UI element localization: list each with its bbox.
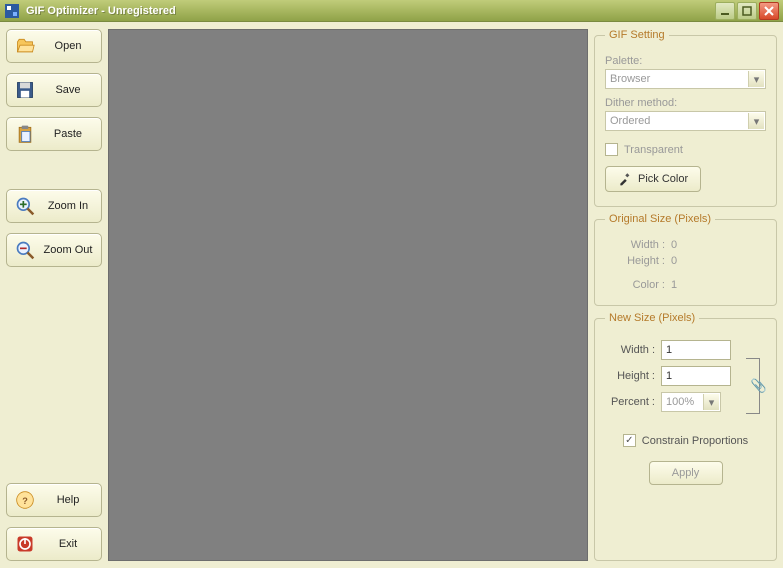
palette-value: Browser — [610, 73, 650, 85]
zoom-in-button[interactable]: Zoom In — [6, 189, 102, 223]
minimize-button[interactable] — [715, 2, 735, 20]
new-height-label: Height : — [605, 370, 655, 382]
dither-select[interactable]: Ordered ▾ — [605, 111, 766, 131]
save-label: Save — [43, 84, 93, 96]
orig-color-value: 1 — [671, 279, 677, 291]
save-button[interactable]: Save — [6, 73, 102, 107]
new-width-row: Width : 1 — [605, 340, 746, 360]
maximize-button[interactable] — [737, 2, 757, 20]
help-button[interactable]: ? Help — [6, 483, 102, 517]
apply-button[interactable]: Apply — [649, 461, 723, 485]
zoom-in-icon — [15, 196, 35, 216]
transparent-checkbox[interactable] — [605, 143, 618, 156]
canvas[interactable] — [108, 29, 588, 561]
orig-width-label: Width : — [605, 239, 665, 251]
percent-label: Percent : — [605, 396, 655, 408]
pick-color-label: Pick Color — [638, 173, 688, 185]
orig-height-label: Height : — [605, 255, 665, 267]
exit-button[interactable]: Exit — [6, 527, 102, 561]
svg-text:?: ? — [22, 496, 28, 506]
palette-select[interactable]: Browser ▾ — [605, 69, 766, 89]
orig-height-row: Height : 0 — [605, 255, 766, 267]
orig-height-value: 0 — [671, 255, 677, 267]
window-title: GIF Optimizer - Unregistered — [26, 5, 715, 17]
eyedropper-icon — [618, 172, 632, 186]
percent-row: Percent : 100% ▾ — [605, 392, 766, 412]
link-bracket: 📎 — [746, 358, 760, 414]
close-button[interactable] — [759, 2, 779, 20]
orig-color-label: Color : — [605, 279, 665, 291]
open-label: Open — [43, 40, 93, 52]
gif-setting-group: GIF Setting Palette: Browser ▾ Dither me… — [594, 29, 777, 207]
zoom-out-button[interactable]: Zoom Out — [6, 233, 102, 267]
orig-width-row: Width : 0 — [605, 239, 766, 251]
link-icon: 📎 — [751, 378, 767, 394]
original-size-group: Original Size (Pixels) Width : 0 Height … — [594, 213, 777, 306]
original-size-legend: Original Size (Pixels) — [605, 213, 715, 225]
chevron-down-icon: ▾ — [703, 394, 719, 410]
paste-label: Paste — [43, 128, 93, 140]
help-label: Help — [43, 494, 93, 506]
transparent-checkbox-row[interactable]: Transparent — [605, 143, 766, 156]
open-button[interactable]: Open — [6, 29, 102, 63]
orig-width-value: 0 — [671, 239, 677, 251]
percent-select[interactable]: 100% ▾ — [661, 392, 721, 412]
app-icon — [4, 3, 20, 19]
new-size-group: New Size (Pixels) Width : 1 Height : 1 📎… — [594, 312, 777, 561]
orig-color-row: Color : 1 — [605, 279, 766, 291]
zoom-out-label: Zoom Out — [43, 244, 93, 256]
constrain-label: Constrain Proportions — [642, 435, 748, 447]
chevron-down-icon: ▾ — [748, 113, 764, 129]
dither-value: Ordered — [610, 115, 650, 127]
transparent-label: Transparent — [624, 144, 683, 156]
palette-label: Palette: — [605, 55, 766, 67]
floppy-icon — [15, 80, 35, 100]
percent-value: 100% — [666, 396, 694, 408]
zoom-in-label: Zoom In — [43, 200, 93, 212]
new-width-input[interactable]: 1 — [661, 340, 731, 360]
constrain-checkbox[interactable] — [623, 434, 636, 447]
chevron-down-icon: ▾ — [748, 71, 764, 87]
titlebar: GIF Optimizer - Unregistered — [0, 0, 783, 22]
constrain-row[interactable]: Constrain Proportions — [605, 434, 766, 447]
new-width-label: Width : — [605, 344, 655, 356]
pick-color-button[interactable]: Pick Color — [605, 166, 701, 192]
right-panel: GIF Setting Palette: Browser ▾ Dither me… — [588, 22, 783, 568]
apply-label: Apply — [672, 467, 700, 479]
new-height-input[interactable]: 1 — [661, 366, 731, 386]
clipboard-icon — [15, 124, 35, 144]
exit-label: Exit — [43, 538, 93, 550]
gif-setting-legend: GIF Setting — [605, 29, 669, 41]
dither-label: Dither method: — [605, 97, 766, 109]
help-icon: ? — [15, 490, 35, 510]
window-buttons — [715, 2, 779, 20]
maximize-icon — [742, 6, 752, 16]
power-icon — [15, 534, 35, 554]
minimize-icon — [720, 6, 730, 16]
folder-open-icon — [15, 36, 35, 56]
paste-button[interactable]: Paste — [6, 117, 102, 151]
left-toolbar: Open Save Paste Zoom In Zoom Out ? Help … — [0, 22, 108, 568]
new-height-row: Height : 1 — [605, 366, 746, 386]
zoom-out-icon — [15, 240, 35, 260]
new-size-legend: New Size (Pixels) — [605, 312, 699, 324]
close-icon — [764, 6, 774, 16]
